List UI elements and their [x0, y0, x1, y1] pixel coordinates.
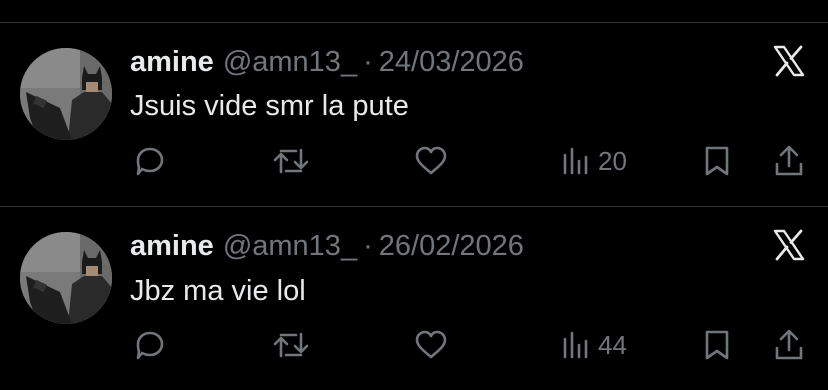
- user-handle[interactable]: @amn13_: [223, 45, 357, 79]
- tweet-header: amine @amn13_ · 24/03/2026: [130, 45, 524, 79]
- bar-chart-icon: [563, 147, 588, 175]
- share-icon: [775, 145, 803, 176]
- user-handle[interactable]: @amn13_: [223, 229, 357, 263]
- avatar[interactable]: [20, 232, 112, 324]
- views-count: 20: [598, 146, 627, 176]
- bookmark-button[interactable]: [704, 329, 730, 361]
- tweet-text: Jbz ma vie lol: [130, 275, 306, 307]
- repost-button[interactable]: [272, 145, 310, 177]
- repost-icon: [273, 332, 309, 358]
- tweet-date[interactable]: 26/02/2026: [379, 229, 524, 263]
- bookmark-button[interactable]: [704, 145, 730, 177]
- heart-icon: [415, 146, 447, 175]
- like-button[interactable]: [414, 330, 448, 360]
- tweet[interactable]: amine @amn13_ · 24/03/2026 Jsuis vide sm…: [0, 23, 828, 206]
- avatar[interactable]: [20, 48, 112, 140]
- separator: ·: [363, 230, 373, 262]
- x-logo-icon: [772, 229, 806, 261]
- heart-icon: [415, 330, 447, 359]
- views-button[interactable]: 20: [562, 145, 627, 177]
- like-button[interactable]: [414, 146, 448, 176]
- tweet-text: Jsuis vide smr la pute: [130, 90, 409, 122]
- reply-button[interactable]: [134, 145, 166, 177]
- bookmark-icon: [705, 146, 729, 176]
- separator: ·: [363, 46, 373, 78]
- share-button[interactable]: [774, 144, 804, 178]
- display-name[interactable]: amine: [130, 229, 214, 263]
- comment-icon: [136, 147, 164, 176]
- repost-icon: [273, 148, 309, 174]
- tweet-header: amine @amn13_ · 26/02/2026: [130, 229, 524, 263]
- comment-icon: [136, 331, 164, 360]
- bookmark-icon: [705, 330, 729, 360]
- share-icon: [775, 329, 803, 360]
- x-logo-icon: [772, 45, 806, 77]
- views-button[interactable]: 44: [562, 329, 627, 361]
- share-button[interactable]: [774, 328, 804, 362]
- display-name[interactable]: amine: [130, 45, 214, 79]
- tweet[interactable]: amine @amn13_ · 26/02/2026 Jbz ma vie lo…: [0, 207, 828, 390]
- tweet-date[interactable]: 24/03/2026: [379, 45, 524, 79]
- bar-chart-icon: [563, 331, 588, 359]
- repost-button[interactable]: [272, 329, 310, 361]
- views-count: 44: [598, 330, 627, 360]
- reply-button[interactable]: [134, 329, 166, 361]
